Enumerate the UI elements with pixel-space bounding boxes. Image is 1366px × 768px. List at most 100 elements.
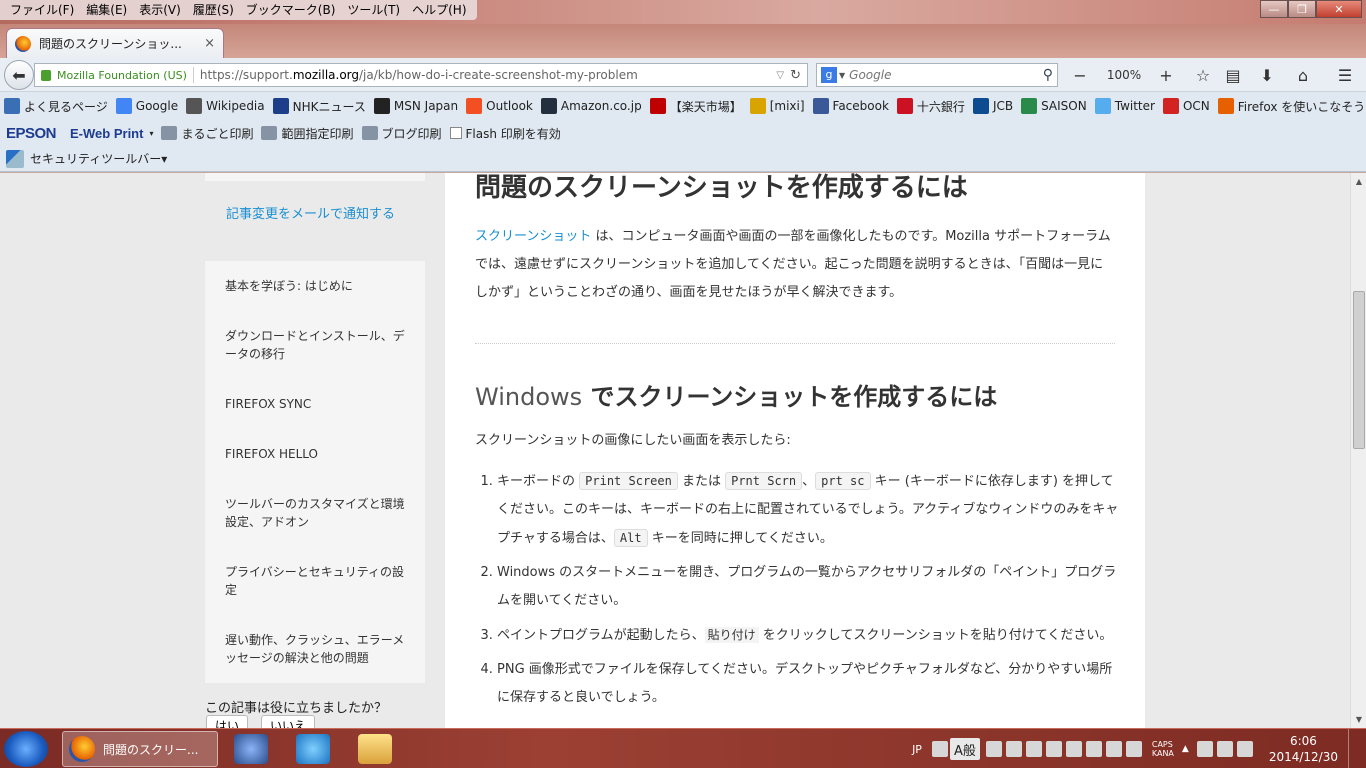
url-text[interactable]: https://support.mozilla.org/ja/kb/how-do… xyxy=(200,68,776,82)
tray-expand-icon[interactable]: ▲ xyxy=(1182,744,1189,754)
ime-pad-icon[interactable] xyxy=(931,741,948,757)
tray-app-icon[interactable] xyxy=(1025,741,1042,757)
step3-text-a: ペイントプログラムが起動したら、 xyxy=(497,628,705,643)
tray-app-icon[interactable] xyxy=(1005,741,1022,757)
zoom-out-button[interactable]: − xyxy=(1068,63,1092,87)
search-engine-dropdown-icon[interactable]: ▼ xyxy=(839,71,845,80)
page-scrollbar[interactable]: ▲ ▼ xyxy=(1350,173,1366,728)
notify-by-email-link[interactable]: 記事変更をメールで通知する xyxy=(226,203,395,222)
bookmark-item[interactable]: Twitter xyxy=(1094,98,1155,114)
menu-history[interactable]: 履歴(S) xyxy=(187,0,240,20)
show-desktop-button[interactable] xyxy=(1348,729,1360,768)
bookmark-item[interactable]: 【楽天市場】 xyxy=(649,98,742,115)
scroll-up-icon[interactable]: ▲ xyxy=(1351,177,1366,186)
taskbar-ie[interactable] xyxy=(296,731,330,767)
taskbar-explorer[interactable] xyxy=(358,731,392,767)
downloads-icon[interactable]: ⬇ xyxy=(1254,63,1280,87)
bookmark-item[interactable]: Facebook xyxy=(812,98,889,114)
print-range-button[interactable]: 範囲指定印刷 xyxy=(261,125,354,142)
scroll-down-icon[interactable]: ▼ xyxy=(1351,715,1366,724)
tray-app-icon[interactable] xyxy=(1085,741,1102,757)
taskbar-thunderbird[interactable] xyxy=(234,731,268,767)
bookmark-item[interactable]: Google xyxy=(115,98,178,114)
menu-tools[interactable]: ツール(T) xyxy=(341,0,406,20)
bookmark-item[interactable]: OCN xyxy=(1162,98,1210,114)
print-whole-button[interactable]: まるごと印刷 xyxy=(161,125,253,142)
bookmark-item[interactable]: SAISON xyxy=(1021,98,1087,114)
screenshot-link[interactable]: スクリーンショット xyxy=(475,229,591,244)
title-bar: ファイル(F) 編集(E) 表示(V) 履歴(S) ブックマーク(B) ツール(… xyxy=(0,0,1366,24)
bookmark-item[interactable]: よく見るページ xyxy=(4,98,108,115)
msn-icon xyxy=(373,98,390,114)
menu-hamburger-icon[interactable]: ☰ xyxy=(1332,63,1358,87)
tray-app-icon[interactable] xyxy=(985,741,1002,757)
back-button[interactable]: ⬅ xyxy=(4,60,34,90)
bookmark-item[interactable]: Outlook xyxy=(466,98,533,114)
sidebar-item-hello[interactable]: FIREFOX HELLO xyxy=(225,445,410,463)
bookmarks-toolbar: よく見るページ Google Wikipedia NHKニュース MSN Japan Ou… xyxy=(0,92,1366,120)
tab-close-icon[interactable]: × xyxy=(204,36,215,51)
blog-print-icon xyxy=(361,126,378,140)
search-input[interactable] xyxy=(849,68,1043,82)
menu-view[interactable]: 表示(V) xyxy=(133,0,187,20)
volume-icon[interactable] xyxy=(1236,741,1253,757)
zoom-reset-button[interactable]: 100% xyxy=(1098,63,1150,87)
zoom-in-button[interactable]: + xyxy=(1154,63,1178,87)
scrollbar-thumb[interactable] xyxy=(1353,291,1365,449)
helpful-yes-button[interactable]: はい xyxy=(206,715,249,728)
close-window-button[interactable]: ✕ xyxy=(1316,0,1362,18)
bookmark-item[interactable]: MSN Japan xyxy=(373,98,458,114)
sidebar-item-sync[interactable]: FIREFOX SYNC xyxy=(225,395,410,413)
menu-edit[interactable]: 編集(E) xyxy=(80,0,133,20)
search-icon[interactable]: ⚲ xyxy=(1043,67,1053,83)
eweb-dropdown-icon[interactable]: ▾ xyxy=(149,129,153,138)
url-dropdown-icon[interactable]: ▽ xyxy=(776,70,784,81)
reading-list-icon[interactable]: ▤ xyxy=(1220,63,1246,87)
bookmark-item[interactable]: Firefox を使いこなそう xyxy=(1217,98,1365,115)
menu-bookmarks[interactable]: ブックマーク(B) xyxy=(240,0,342,20)
flash-print-checkbox[interactable] xyxy=(449,127,462,139)
start-button[interactable] xyxy=(4,731,48,767)
eweb-print-button[interactable]: E-Web Print xyxy=(70,126,143,141)
bookmark-item[interactable]: Amazon.co.jp xyxy=(540,98,642,114)
tray-app-icon[interactable] xyxy=(1065,741,1082,757)
url-bar[interactable]: Mozilla Foundation (US) https://support.… xyxy=(34,63,808,87)
bookmark-item[interactable]: NHKニュース xyxy=(272,98,366,115)
print-range-label: 範囲指定印刷 xyxy=(281,126,354,141)
site-identity[interactable]: Mozilla Foundation (US) xyxy=(57,69,187,82)
helpful-no-button[interactable]: いいえ xyxy=(261,715,316,728)
menu-help[interactable]: ヘルプ(H) xyxy=(406,0,472,20)
search-bar[interactable]: g ▼ ⚲ xyxy=(816,63,1058,87)
clock[interactable]: 6:06 2014/12/30 xyxy=(1269,733,1338,765)
minimize-button[interactable]: — xyxy=(1260,0,1288,18)
home-icon[interactable]: ⌂ xyxy=(1290,63,1316,87)
network-icon[interactable] xyxy=(1216,741,1233,757)
tray-app-icon[interactable] xyxy=(1045,741,1062,757)
menu-file[interactable]: ファイル(F) xyxy=(4,0,80,20)
flag-icon[interactable] xyxy=(1196,741,1213,757)
bookmark-item[interactable]: Wikipedia xyxy=(186,98,265,114)
google-icon[interactable]: g xyxy=(821,67,837,83)
tray-app-icon[interactable] xyxy=(1105,741,1122,757)
tab-active[interactable]: 問題のスクリーンショッ... × xyxy=(6,28,224,58)
sidebar-item-getting-started[interactable]: 基本を学ぼう: はじめに xyxy=(225,277,410,295)
bookmark-item[interactable]: 十六銀行 xyxy=(896,98,965,115)
bookmark-label: よく見るページ xyxy=(24,99,108,114)
bookmark-star-icon[interactable]: ☆ xyxy=(1190,63,1216,87)
bookmark-item[interactable]: [mixi] xyxy=(749,98,805,114)
language-indicator[interactable]: JP xyxy=(912,743,922,756)
reload-icon[interactable]: ↻ xyxy=(790,68,801,83)
taskbar-firefox-window[interactable]: 問題のスクリー... xyxy=(62,731,218,767)
security-toolbar[interactable]: セキュリティツールバー▾ xyxy=(0,146,1366,172)
sidebar-item-privacy[interactable]: プライバシーとセキュリティの設定 xyxy=(225,563,410,599)
maximize-button[interactable]: ❐ xyxy=(1288,0,1316,18)
bookmark-item[interactable]: JCB xyxy=(972,98,1013,114)
sidebar-item-troubleshoot[interactable]: 遅い動作、クラッシュ、エラーメッセージの解決と他の問題 xyxy=(225,631,410,667)
print-blog-button[interactable]: ブログ印刷 xyxy=(361,125,442,142)
sidebar-item-customize[interactable]: ツールバーのカスタマイズと環境設定、アドオン xyxy=(225,495,410,531)
windows-section-heading: Windows でスクリーンショットを作成するには xyxy=(475,377,997,412)
flash-print-toggle[interactable]: Flash 印刷を有効 xyxy=(449,125,561,142)
help-icon[interactable] xyxy=(1125,741,1142,757)
ime-mode[interactable]: A般 xyxy=(949,738,980,760)
sidebar-item-download-install[interactable]: ダウンロードとインストール、データの移行 xyxy=(225,327,410,363)
